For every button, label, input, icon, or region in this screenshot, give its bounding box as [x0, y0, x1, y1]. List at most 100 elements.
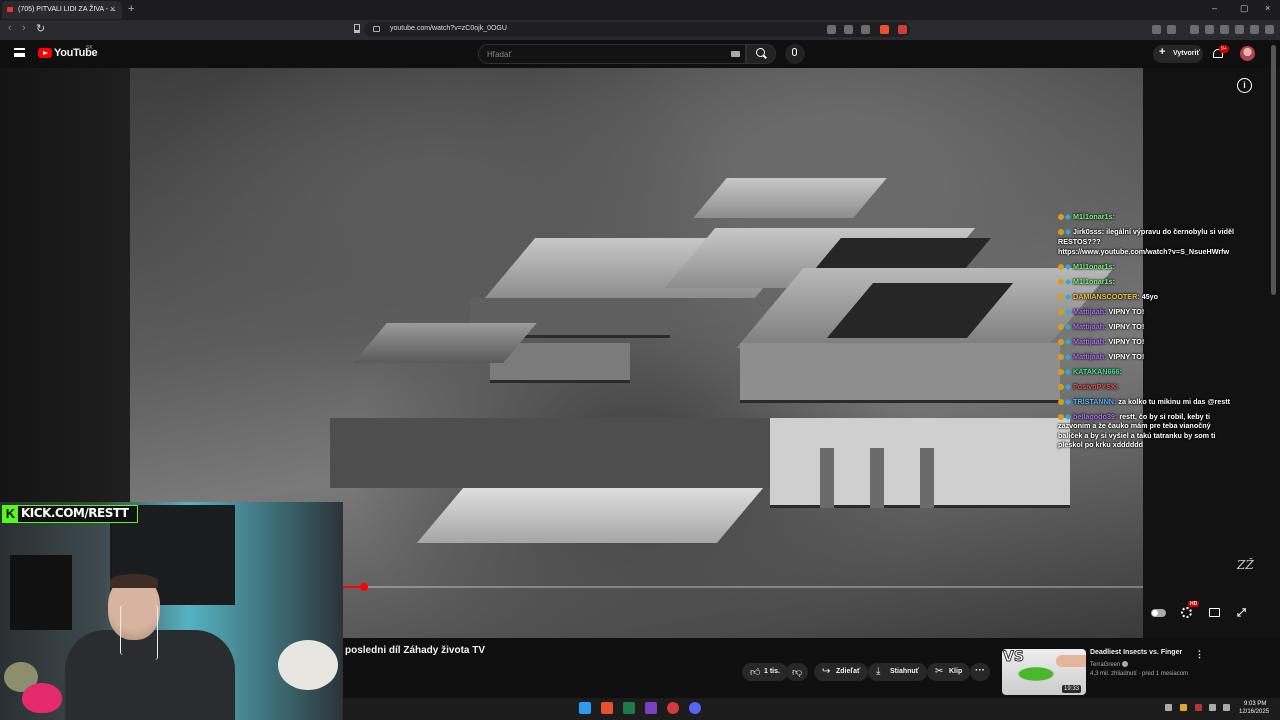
tray-mic-icon[interactable] — [1195, 704, 1202, 711]
download-button[interactable]: ⤓ Stiahnuť — [868, 663, 928, 681]
cast-icon[interactable] — [827, 25, 836, 34]
dislike-button[interactable]: 👎︎ — [786, 663, 808, 681]
gift-badge-icon — [1064, 383, 1072, 390]
gift-badge-icon — [1064, 338, 1072, 345]
heart-emote — [22, 683, 62, 713]
windows-start-icon[interactable] — [579, 702, 591, 714]
recommended-video-title[interactable]: Deadliest Insects vs. Finger — [1090, 649, 1182, 656]
kick-channel-url: KICK.COM/RESTT — [21, 506, 129, 520]
chat-username: Jirk0sss: — [1073, 227, 1105, 236]
share-page-icon[interactable] — [861, 25, 870, 34]
gift-badge-icon — [1064, 213, 1072, 221]
subscriber-badge-icon — [1058, 353, 1064, 360]
progress-scrubber-handle[interactable] — [359, 583, 368, 591]
music-icon[interactable] — [1190, 25, 1199, 34]
earphone-cable — [120, 605, 126, 655]
hd-badge: HD — [1188, 601, 1200, 607]
chat-message: Mattijaah: VIPNY TO! — [1058, 322, 1236, 332]
taskbar-clock-time[interactable]: 9:03 PM — [1244, 701, 1266, 707]
building-roof — [693, 178, 887, 218]
obs-taskbar-icon[interactable] — [645, 702, 657, 714]
forward-arrow-icon[interactable]: › — [22, 22, 26, 34]
share-button[interactable]: ↪ Zdieľať — [814, 663, 869, 681]
progress-bar[interactable] — [343, 586, 1143, 588]
microphone-icon[interactable] — [792, 48, 797, 56]
puzzle-icon[interactable] — [1235, 25, 1244, 34]
chimney — [820, 448, 834, 508]
minimize-button[interactable]: – — [1212, 3, 1217, 13]
app-taskbar-icon[interactable] — [667, 702, 679, 714]
chat-username: M1l1onar1s: — [1073, 276, 1115, 286]
video-title: posledni díl Záhady života TV — [345, 645, 486, 656]
tray-network-icon[interactable] — [1209, 704, 1216, 711]
brave-rewards-icon[interactable] — [898, 25, 907, 34]
tray-chevron-icon[interactable] — [1165, 704, 1172, 711]
thumbs-up-icon: 👍︎ — [750, 667, 761, 678]
vpn-icon[interactable] — [1250, 25, 1259, 34]
brave-shields-icon[interactable] — [880, 25, 889, 34]
hamburger-menu-icon[interactable] — [14, 48, 25, 57]
autoplay-toggle[interactable] — [1151, 609, 1166, 617]
building — [740, 343, 1060, 403]
info-icon[interactable]: i — [1237, 78, 1252, 93]
chat-message: PosivoPYSK: — [1058, 382, 1236, 392]
earphone-cable — [152, 605, 158, 660]
chat-username: PosivoPYSK: — [1073, 381, 1119, 391]
chat-text: https://www.youtube.com/watch?v=S_NsueHW… — [1058, 246, 1230, 256]
video-duration-badge: 19:33 — [1062, 685, 1082, 693]
gift-badge-icon — [1064, 278, 1072, 285]
settings-gear-icon[interactable] — [1181, 607, 1192, 618]
tab-close-icon[interactable]: × — [110, 4, 115, 14]
subscriber-badge-icon — [1058, 338, 1064, 345]
miniplayer-icon[interactable] — [1209, 608, 1220, 617]
recommended-channel-name[interactable]: TerraGreen — [1090, 661, 1129, 668]
like-button[interactable]: 👍︎ 1 tis. — [742, 663, 788, 681]
sidebar-icon[interactable] — [1205, 25, 1214, 34]
browser-menu-icon[interactable] — [1265, 25, 1274, 34]
site-info-icon[interactable] — [373, 26, 380, 32]
bookmark-icon[interactable] — [354, 24, 360, 33]
recommended-more-menu-icon[interactable]: ⋮ — [1195, 649, 1204, 660]
search-icon[interactable] — [756, 48, 765, 57]
youtube-logo-icon[interactable] — [38, 48, 52, 58]
keyboard-icon[interactable] — [731, 51, 740, 57]
tab-icon[interactable] — [1220, 25, 1229, 34]
like-count: 1 tis. — [764, 668, 780, 675]
clip-button[interactable]: ✂ Klip — [927, 663, 971, 681]
taskbar-clock-date[interactable]: 12/16/2025 — [1239, 709, 1269, 715]
reload-icon[interactable]: ↻ — [36, 22, 45, 35]
chat-overlay: M1l1onar1s: Jirk0sss: ilegální výpravu d… — [1058, 212, 1236, 455]
download-label: Stiahnuť — [890, 668, 920, 675]
subscriber-badge-icon — [1058, 368, 1064, 375]
extension-icon[interactable] — [1152, 25, 1161, 34]
maximize-button[interactable]: ▢ — [1240, 3, 1249, 14]
discord-taskbar-icon[interactable] — [689, 702, 701, 714]
chat-username: DAMIANSCOOTER: — [1073, 291, 1140, 301]
brave-browser-taskbar-icon[interactable] — [601, 702, 613, 714]
page-scrollbar[interactable] — [1271, 45, 1276, 295]
tray-app-icon[interactable] — [1180, 704, 1187, 711]
chat-message: KATAKAN666: — [1058, 367, 1236, 377]
translate-icon[interactable] — [844, 25, 853, 34]
browser-tab[interactable]: (705) PITVALI LIDI ZA ŽIVA - ... — [2, 1, 122, 19]
fullscreen-icon[interactable]: ⤢ — [1237, 607, 1246, 620]
download-icon: ⤓ — [876, 666, 881, 677]
new-tab-button[interactable]: + — [128, 3, 134, 15]
more-actions-button[interactable]: ··· — [970, 663, 990, 681]
chat-username: M1l1onar1s: — [1073, 212, 1115, 221]
gift-badge-icon — [1064, 293, 1072, 300]
extension-icon[interactable] — [1167, 25, 1176, 34]
xbox-taskbar-icon[interactable] — [623, 702, 635, 714]
chat-username: bellagodo39: — [1073, 411, 1118, 421]
close-window-button[interactable]: × — [1265, 3, 1270, 13]
channel-name-text[interactable]: TerraGreen — [1090, 662, 1120, 668]
gift-badge-icon — [1064, 413, 1072, 420]
account-avatar[interactable] — [1240, 46, 1255, 61]
chat-username: Mattijaah: — [1073, 306, 1107, 316]
search-input[interactable]: Hľadať — [478, 44, 746, 64]
gift-badge-icon — [1064, 308, 1072, 315]
back-arrow-icon[interactable]: ‹ — [8, 22, 12, 34]
channel-watermark[interactable]: ZŽ — [1237, 558, 1254, 572]
tray-volume-icon[interactable] — [1223, 704, 1230, 711]
gift-badge-icon — [1064, 263, 1072, 270]
